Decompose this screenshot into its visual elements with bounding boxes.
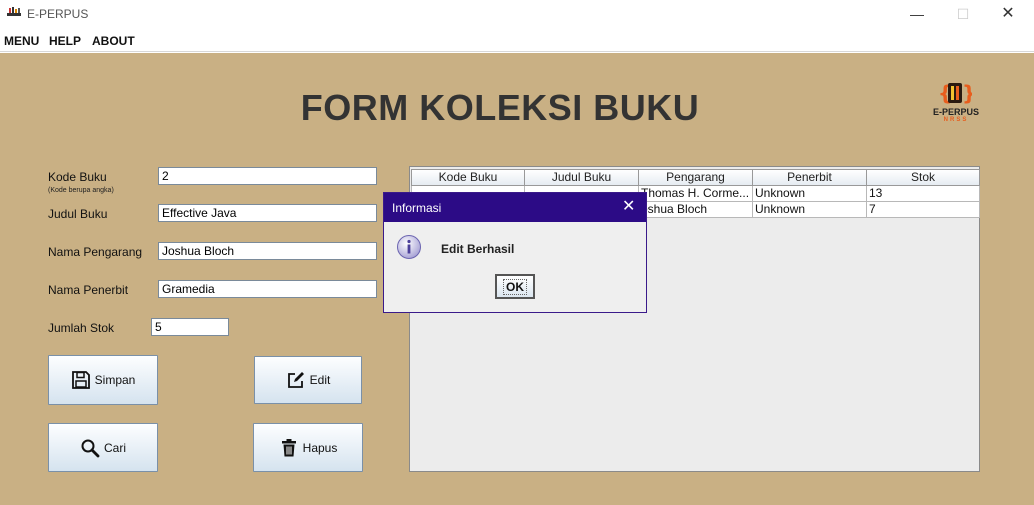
logo-subtext: NRSS bbox=[943, 117, 969, 123]
edit-button[interactable]: Edit bbox=[254, 356, 362, 404]
app-icon bbox=[7, 7, 21, 16]
trash-icon bbox=[281, 438, 296, 456]
window-title: E-PERPUS bbox=[27, 7, 89, 21]
dialog-ok-button[interactable]: OK bbox=[495, 274, 535, 299]
column-header-pengarang[interactable]: Pengarang bbox=[639, 169, 753, 186]
column-header-kode-buku[interactable]: Kode Buku bbox=[411, 169, 525, 186]
jumlah-stok-input[interactable]: 5 bbox=[151, 318, 229, 336]
kode-buku-label: Kode Buku bbox=[48, 170, 107, 184]
column-header-stok[interactable]: Stok bbox=[867, 169, 980, 186]
simpan-button[interactable]: Simpan bbox=[48, 355, 158, 405]
nama-penerbit-label: Nama Penerbit bbox=[48, 283, 129, 297]
jumlah-stok-label: Jumlah Stok bbox=[48, 321, 115, 335]
menu-item-help[interactable]: HELP bbox=[49, 34, 81, 48]
search-icon bbox=[81, 439, 100, 457]
column-header-penerbit[interactable]: Penerbit bbox=[753, 169, 867, 186]
column-header-judul-buku[interactable]: Judul Buku bbox=[525, 169, 639, 186]
dialog-title: Informasi bbox=[392, 201, 442, 215]
hapus-button-label: Hapus bbox=[302, 440, 338, 455]
judul-buku-input[interactable]: Effective Java bbox=[158, 204, 377, 222]
form-title: FORM KOLEKSI BUKU bbox=[300, 87, 700, 128]
save-icon bbox=[71, 371, 90, 389]
kode-buku-hint: (Kode berupa angka) bbox=[48, 187, 114, 194]
app-logo: { } E-PERPUS NRSS bbox=[930, 80, 982, 126]
window-titlebar: E-PERPUS — ☐ ✕ bbox=[0, 0, 1034, 30]
table-cell: 13 bbox=[867, 186, 980, 202]
edit-icon bbox=[287, 372, 304, 388]
minimize-button[interactable]: — bbox=[906, 4, 928, 24]
table-header: Kode Buku Judul Buku Pengarang Penerbit … bbox=[411, 169, 980, 186]
info-icon bbox=[397, 235, 421, 259]
dialog-message: Edit Berhasil bbox=[441, 242, 515, 256]
cari-button-label: Cari bbox=[103, 440, 126, 455]
logo-text: E-PERPUS bbox=[932, 107, 979, 117]
maximize-button[interactable]: ☐ bbox=[952, 4, 974, 24]
table-cell: Thomas H. Corme... bbox=[639, 186, 753, 202]
nama-pengarang-label: Nama Pengarang bbox=[48, 245, 143, 259]
svg-text:}: } bbox=[962, 81, 972, 105]
table-cell: Unknown bbox=[753, 186, 867, 202]
info-dialog: Informasi ✕ Edit Berhasil OK bbox=[383, 192, 647, 313]
menu-item-menu[interactable]: MENU bbox=[4, 34, 39, 48]
simpan-button-label: Simpan bbox=[94, 373, 136, 387]
edit-button-label: Edit bbox=[309, 373, 331, 387]
menubar: MENU HELP ABOUT bbox=[0, 30, 1034, 52]
table-cell: oshua Bloch bbox=[639, 202, 753, 218]
kode-buku-input[interactable]: 2 bbox=[158, 167, 377, 185]
judul-buku-label: Judul Buku bbox=[48, 207, 108, 221]
nama-pengarang-input[interactable]: Joshua Bloch bbox=[158, 242, 377, 260]
menu-item-about[interactable]: ABOUT bbox=[92, 34, 135, 48]
table-cell: Unknown bbox=[753, 202, 867, 218]
dialog-ok-label: OK bbox=[503, 278, 527, 295]
cari-button[interactable]: Cari bbox=[48, 423, 158, 472]
close-window-button[interactable]: ✕ bbox=[997, 4, 1019, 24]
hapus-button[interactable]: Hapus bbox=[253, 423, 363, 472]
nama-penerbit-input[interactable]: Gramedia bbox=[158, 280, 377, 298]
dialog-close-button[interactable]: ✕ bbox=[622, 198, 635, 216]
table-cell: 7 bbox=[867, 202, 980, 218]
logo-icon: { } bbox=[938, 81, 972, 105]
dialog-titlebar: Informasi ✕ bbox=[384, 193, 646, 222]
